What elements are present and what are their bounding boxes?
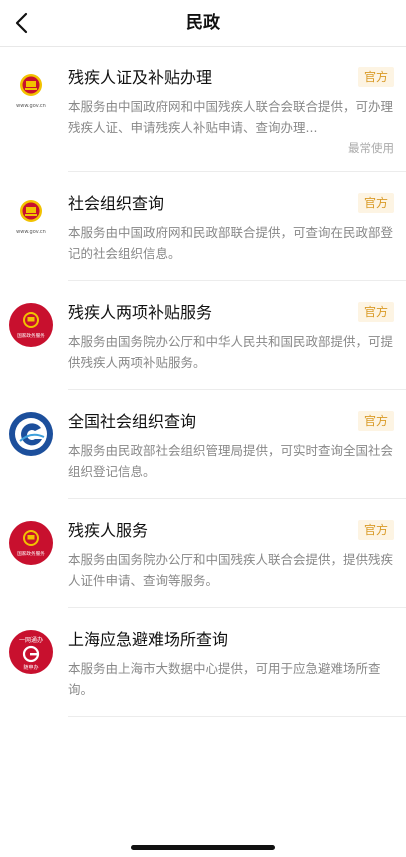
- logo-caption: www.gov.cn: [16, 229, 46, 235]
- service-description: 本服务由国务院办公厅和中华人民共和国民政部提供，可提供残疾人两项补贴服务。: [68, 334, 394, 370]
- service-description: 本服务由中国政府网和民政部联合提供，可查询在民政部登记的社会组织信息。: [68, 225, 394, 261]
- service-item-disability-services[interactable]: 国家政务服务 残疾人服务 官方 本服务由国务院办公厅和中国残疾人联合会提供，提供…: [0, 499, 406, 608]
- official-badge: 官方: [357, 302, 394, 322]
- service-title: 上海应急避难场所查询: [68, 630, 229, 649]
- official-badge: 官方: [357, 67, 394, 87]
- service-description: 本服务由上海市大数据中心提供，可用于应急避难场所查询。: [68, 661, 381, 697]
- most-used-tag: 最常使用: [348, 141, 394, 155]
- official-badge: 官方: [357, 520, 394, 540]
- service-item-national-social-org[interactable]: 全国社会组织查询 官方 本服务由民政部社会组织管理局提供，可实时查询全国社会组织…: [0, 390, 406, 499]
- social-org-bureau-logo: [8, 411, 54, 457]
- logo-caption-bottom: 随申办: [23, 664, 38, 671]
- logo-caption: 国家政务服务: [17, 550, 45, 557]
- shanghai-yiwangtongban-logo: 一网通办 随申办: [8, 629, 54, 675]
- service-title: 残疾人证及补贴办理: [68, 68, 213, 87]
- service-item-disability-certificate[interactable]: www.gov.cn 残疾人证及补贴办理 官方 本服务由中国政府网和中国残疾人联…: [0, 46, 406, 172]
- service-title: 残疾人服务: [68, 521, 149, 540]
- service-description: 本服务由国务院办公厅和中国残疾人联合会提供，提供残疾人证件申请、查询等服务。: [68, 552, 394, 588]
- service-item-disability-subsidies[interactable]: 国家政务服务 残疾人两项补贴服务 官方 本服务由国务院办公厅和中华人民共和国民政…: [0, 281, 406, 390]
- service-list: www.gov.cn 残疾人证及补贴办理 官方 本服务由中国政府网和中国残疾人联…: [0, 46, 406, 717]
- official-badge: 官方: [357, 411, 394, 431]
- gov-service-logo: 国家政务服务: [8, 302, 54, 348]
- service-description: 本服务由民政部社会组织管理局提供，可实时查询全国社会组织登记信息。: [68, 443, 394, 479]
- divider: [68, 716, 406, 717]
- official-badge: 官方: [357, 193, 394, 213]
- logo-caption: 国家政务服务: [17, 332, 45, 339]
- service-description: 本服务由中国政府网和中国残疾人联合会联合提供，可办理残疾人证、申请残疾人补贴申请…: [68, 99, 394, 135]
- gov-emblem-logo: www.gov.cn: [8, 67, 54, 113]
- logo-caption-top: 一网通办: [19, 636, 43, 644]
- service-item-social-org-query[interactable]: www.gov.cn 社会组织查询 官方 本服务由中国政府网和民政部联合提供，可…: [0, 172, 406, 281]
- gov-service-logo: 国家政务服务: [8, 520, 54, 566]
- service-title: 残疾人两项补贴服务: [68, 303, 213, 322]
- service-item-shanghai-shelter[interactable]: 一网通办 随申办 上海应急避难场所查询 本服务由上海市大数据中心提供，可用于应急…: [0, 608, 406, 717]
- page-title: 民政: [186, 13, 220, 33]
- home-indicator[interactable]: [131, 845, 275, 850]
- gov-emblem-logo: www.gov.cn: [8, 193, 54, 239]
- service-title: 全国社会组织查询: [68, 412, 197, 431]
- nav-bar: 民政: [0, 0, 406, 47]
- service-title: 社会组织查询: [68, 194, 165, 213]
- logo-caption: www.gov.cn: [16, 103, 46, 109]
